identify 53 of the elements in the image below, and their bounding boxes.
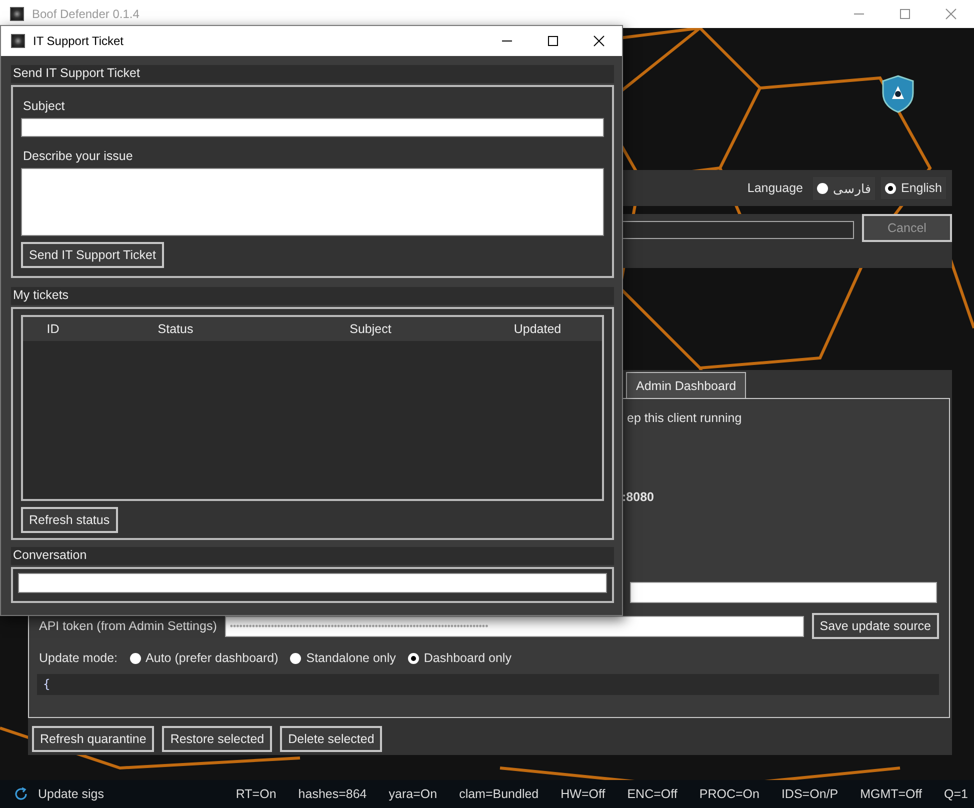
- status-item: IDS=On/P: [781, 787, 838, 801]
- maximize-icon: [547, 35, 559, 47]
- action-button[interactable]: Delete selected: [280, 726, 382, 752]
- dialog-title: IT Support Ticket: [33, 34, 124, 48]
- refresh-status-button[interactable]: Refresh status: [21, 507, 118, 533]
- status-item: ENC=Off: [627, 787, 678, 801]
- column-header[interactable]: Updated: [473, 322, 602, 336]
- subject-label: Subject: [23, 99, 66, 113]
- action-button[interactable]: Refresh quarantine: [32, 726, 154, 752]
- app-icon: [11, 34, 25, 48]
- update-mode-radio[interactable]: Auto (prefer dashboard): [130, 651, 278, 665]
- app-icon: [10, 7, 24, 21]
- column-header[interactable]: Status: [83, 322, 268, 336]
- api-token-label: API token (from Admin Settings): [39, 619, 217, 633]
- status-item: clam=Bundled: [459, 787, 539, 801]
- status-item: HW=Off: [560, 787, 606, 801]
- subject-field[interactable]: [21, 118, 604, 137]
- status-item: Q=1: [944, 787, 968, 801]
- shield-logo-icon: [882, 75, 914, 113]
- refresh-icon[interactable]: [14, 787, 28, 801]
- update-url-field[interactable]: [630, 582, 937, 603]
- status-item: yara=On: [388, 787, 438, 801]
- json-output: {: [37, 674, 939, 695]
- status-item: PROC=On: [699, 787, 760, 801]
- save-update-source-button[interactable]: Save update source: [812, 613, 939, 639]
- send-ticket-button[interactable]: Send IT Support Ticket: [21, 242, 164, 268]
- close-icon: [945, 8, 957, 20]
- server-address-text: :8080: [622, 490, 654, 504]
- language-radio[interactable]: فارسی: [813, 176, 875, 200]
- update-mode-radio[interactable]: Dashboard only: [408, 651, 512, 665]
- update-mode-radio[interactable]: Standalone only: [290, 651, 396, 665]
- update-mode-label: Update mode:: [39, 651, 118, 665]
- close-icon: [593, 35, 605, 47]
- tab[interactable]: Admin Dashboard: [626, 372, 746, 398]
- api-token-field[interactable]: ••••••••••••••••••••••••••••••••••••••••••••••••••••••••••••••••••••••••••••••••••: [224, 616, 804, 636]
- section-header: Conversation: [11, 547, 614, 565]
- language-radio[interactable]: English: [881, 177, 946, 199]
- status-item: MGMT=Off: [860, 787, 922, 801]
- language-label: Language: [747, 181, 803, 195]
- status-item: RT=On: [236, 787, 276, 801]
- issue-field[interactable]: [21, 168, 604, 236]
- status-item: hashes=864: [298, 787, 367, 801]
- column-header[interactable]: Subject: [268, 322, 473, 336]
- window-title: Boof Defender 0.1.4: [32, 7, 140, 21]
- column-header[interactable]: ID: [23, 322, 83, 336]
- maximize-icon: [899, 8, 911, 20]
- update-sigs-link[interactable]: Update sigs: [38, 787, 104, 801]
- section-header: My tickets: [11, 287, 614, 305]
- action-button[interactable]: Restore selected: [162, 726, 272, 752]
- conversation-field[interactable]: [18, 573, 607, 593]
- section-header: Send IT Support Ticket: [11, 65, 614, 83]
- note-text: ep this client running: [627, 411, 742, 425]
- describe-label: Describe your issue: [23, 149, 134, 163]
